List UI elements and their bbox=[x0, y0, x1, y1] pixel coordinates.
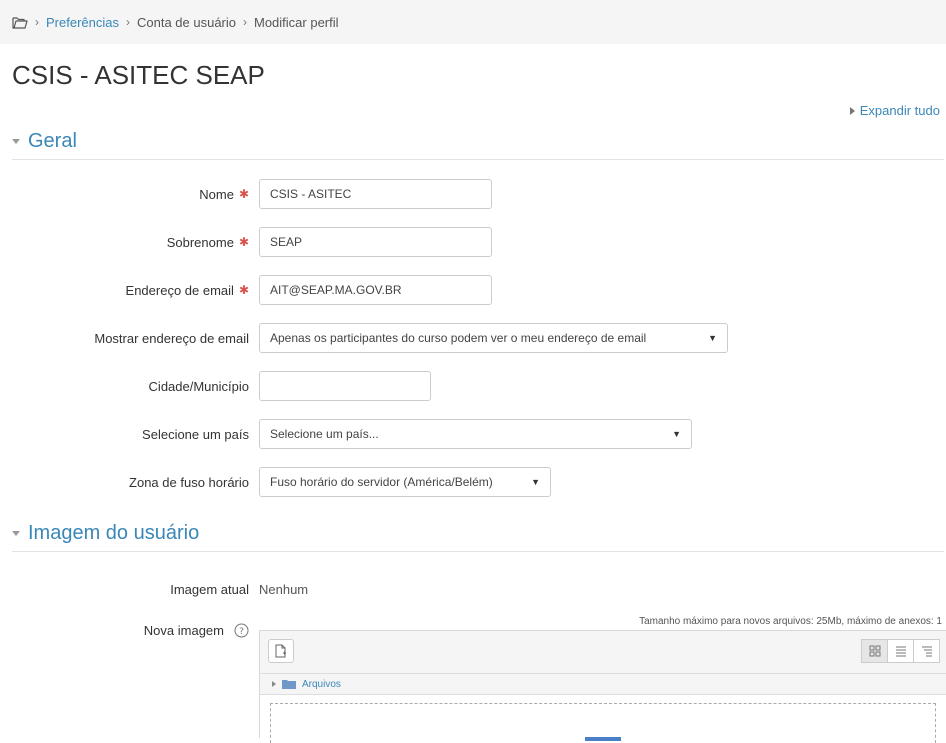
breadcrumb: › Preferências › Conta de usuário › Modi… bbox=[0, 0, 946, 44]
file-limits-note: Tamanho máximo para novos arquivos: 25Mb… bbox=[639, 616, 942, 627]
form-row-email: Endereço de email ✱ AIT@SEAP.MA.GOV.BR bbox=[0, 275, 946, 305]
list-view-icon bbox=[895, 646, 906, 657]
timezone-select[interactable]: Fuso horário do servidor (América/Belém)… bbox=[259, 467, 551, 497]
view-mode-buttons bbox=[861, 639, 940, 663]
folder-icon bbox=[282, 680, 296, 689]
file-drop-zone[interactable] bbox=[260, 695, 946, 743]
file-path-bar: Arquivos bbox=[260, 673, 946, 695]
add-file-icon bbox=[275, 644, 286, 658]
file-manager: Arquivos bbox=[259, 630, 946, 743]
form-row-current-image: Imagem atual Nenhum bbox=[0, 574, 946, 604]
breadcrumb-separator: › bbox=[243, 15, 247, 29]
email-display-select[interactable]: Apenas os participantes do curso podem v… bbox=[259, 323, 728, 353]
last-name-label: Sobrenome ✱ bbox=[167, 227, 249, 257]
timezone-label: Zona de fuso horário bbox=[129, 474, 249, 490]
list-view-button[interactable] bbox=[887, 639, 914, 663]
form-row-city: Cidade/Município bbox=[0, 371, 946, 401]
dropdown-caret-icon: ▼ bbox=[531, 477, 540, 487]
first-name-input[interactable]: CSIS - ASITEC bbox=[259, 179, 492, 209]
grid-view-button[interactable] bbox=[861, 639, 888, 663]
email-label-text: Endereço de email bbox=[125, 282, 234, 298]
form-row-country: Selecione um país Selecione um país... ▼ bbox=[0, 419, 946, 449]
city-label: Cidade/Município bbox=[148, 378, 249, 394]
section-title-user-image: Imagem do usuário bbox=[28, 522, 200, 544]
email-input[interactable]: AIT@SEAP.MA.GOV.BR bbox=[259, 275, 492, 305]
current-image-value: Nenhum bbox=[259, 581, 309, 597]
dropdown-caret-icon: ▼ bbox=[672, 429, 681, 439]
breadcrumb-item-user-account: Conta de usuário bbox=[136, 14, 236, 30]
required-icon: ✱ bbox=[238, 235, 249, 249]
expand-all-label: Expandir tudo bbox=[859, 103, 940, 118]
collapse-arrow-icon bbox=[12, 139, 20, 144]
email-display-value: Apenas os participantes do curso podem v… bbox=[270, 331, 647, 345]
tree-view-button[interactable] bbox=[913, 639, 940, 663]
section-header-user-image[interactable]: Imagem do usuário bbox=[12, 522, 944, 552]
email-display-label: Mostrar endereço de email bbox=[94, 330, 249, 346]
form-row-last-name: Sobrenome ✱ SEAP bbox=[0, 227, 946, 257]
dropdown-caret-icon: ▼ bbox=[708, 333, 717, 343]
expand-arrow-icon bbox=[272, 681, 276, 687]
form-row-timezone: Zona de fuso horário Fuso horário do ser… bbox=[0, 467, 946, 497]
page-title: CSIS - ASITEC SEAP bbox=[12, 60, 265, 90]
breadcrumb-separator: › bbox=[125, 15, 130, 29]
grid-view-icon bbox=[869, 645, 880, 657]
current-image-label: Imagem atual bbox=[170, 581, 249, 597]
folder-icon[interactable] bbox=[12, 16, 28, 29]
form-row-email-display: Mostrar endereço de email Apenas os part… bbox=[0, 323, 946, 353]
help-icon[interactable]: ? bbox=[234, 623, 249, 638]
breadcrumb-item-edit-profile: Modificar perfil bbox=[254, 14, 339, 30]
section-title-general: Geral bbox=[28, 130, 77, 152]
country-value: Selecione um país... bbox=[270, 427, 379, 441]
expand-all-link[interactable]: Expandir tudo bbox=[849, 103, 940, 118]
form-row-first-name: Nome ✱ CSIS - ASITEC bbox=[0, 179, 946, 209]
collapse-arrow-icon bbox=[12, 531, 20, 536]
add-file-button[interactable] bbox=[268, 639, 294, 663]
new-image-label: Nova imagem ? bbox=[144, 620, 249, 640]
section-header-general[interactable]: Geral bbox=[12, 130, 944, 160]
svg-text:?: ? bbox=[239, 627, 244, 637]
breadcrumb-link-preferences[interactable]: Preferências bbox=[46, 15, 119, 30]
expand-arrow-icon bbox=[849, 106, 855, 115]
required-icon: ✱ bbox=[238, 187, 249, 201]
last-name-input[interactable]: SEAP bbox=[259, 227, 492, 257]
last-name-label-text: Sobrenome bbox=[166, 234, 234, 250]
first-name-label-text: Nome bbox=[199, 186, 234, 202]
country-label: Selecione um país bbox=[142, 426, 249, 442]
new-image-label-text: Nova imagem bbox=[143, 622, 224, 638]
first-name-label: Nome ✱ bbox=[199, 179, 249, 209]
country-select[interactable]: Selecione um país... ▼ bbox=[259, 419, 692, 449]
folder-link[interactable]: Arquivos bbox=[302, 679, 341, 690]
breadcrumb-separator: › bbox=[35, 15, 39, 29]
timezone-value: Fuso horário do servidor (América/Belém) bbox=[270, 475, 493, 489]
tree-view-icon bbox=[921, 646, 932, 657]
email-label: Endereço de email ✱ bbox=[126, 275, 249, 305]
required-icon: ✱ bbox=[238, 283, 249, 297]
city-input[interactable] bbox=[259, 371, 431, 401]
